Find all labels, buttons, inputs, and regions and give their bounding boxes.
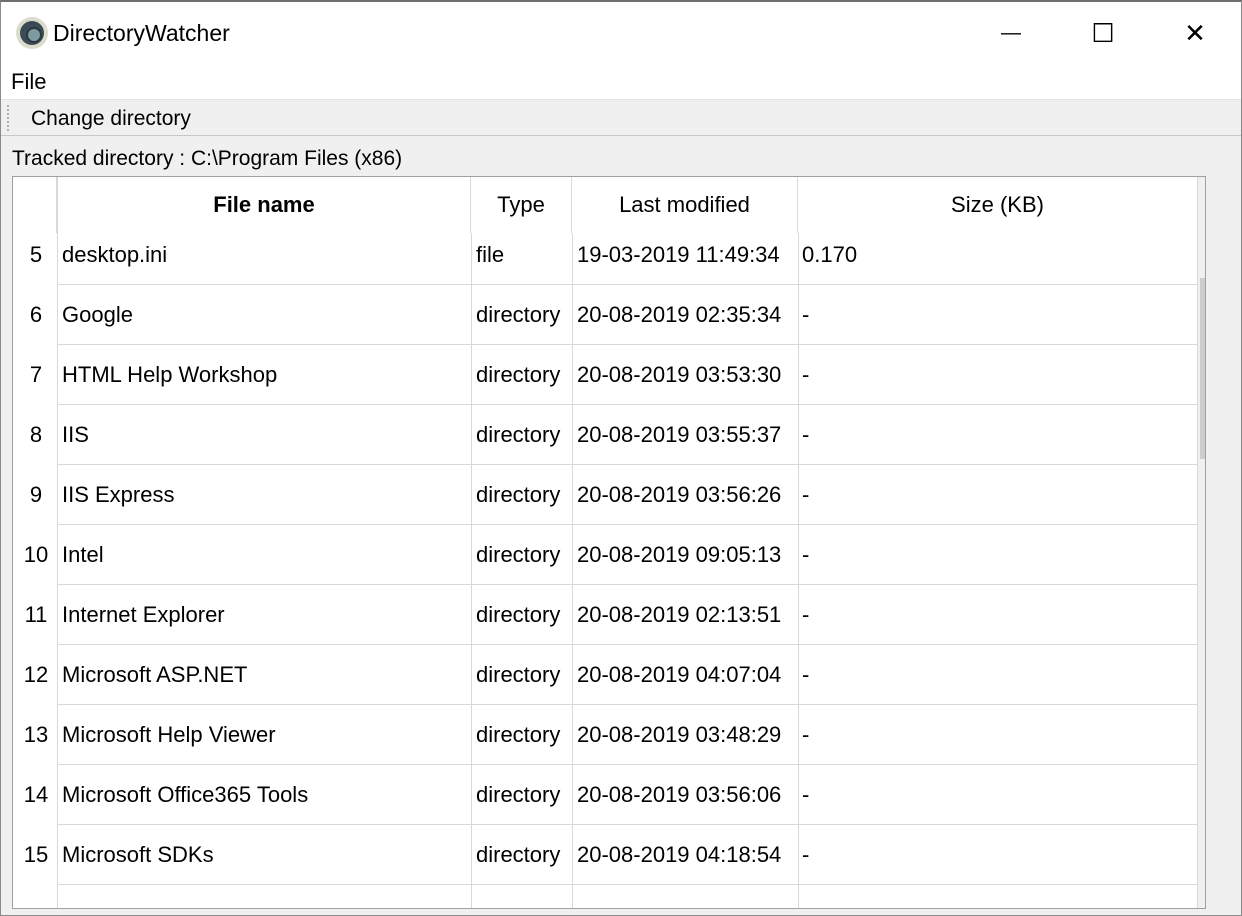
table-row[interactable]: 8 IIS directory 20-08-2019 03:55:37- [13,405,1198,465]
tracked-directory-label: Tracked directory : C:\Program Files (x8… [12,147,403,170]
corner-header [13,177,57,233]
minimize-button[interactable]: — [965,2,1057,64]
cell-last-modified[interactable]: 20-08-2019 03:56:26 [572,465,798,525]
file-table: File name Type Last modified Size (KB) 5… [12,176,1206,909]
cell-file-name[interactable]: IIS Express [57,465,471,525]
cell-type[interactable]: directory [471,705,572,765]
table-row[interactable]: 15 Microsoft SDKs directory 20-08-2019 04:1… [13,825,1198,885]
cell-type[interactable]: directory [471,285,572,345]
table-header: File name Type Last modified Size (KB) [13,177,1198,233]
window-title: DirectoryWatcher [53,20,230,46]
table-row[interactable]: 6 Google directory 20-08-2019 02:35:34- [13,285,1198,345]
empty-cell [572,885,798,908]
cell-last-modified[interactable]: 20-08-2019 03:56:06 [572,765,798,825]
toolbar-grip-handle[interactable] [7,105,9,131]
cell-last-modified[interactable]: 20-08-2019 03:55:37 [572,405,798,465]
table-row[interactable]: 5 desktop.ini file 19-03-2019 11:49:34 0.170 [13,233,1198,285]
cell-size[interactable]: - [798,405,1198,465]
empty-cell [471,885,572,908]
table-row[interactable]: 14 Microsoft Office365 Tools directory 20-0… [13,765,1198,825]
table-row[interactable]: 11 Internet Explorer directory 20-08-2019 0… [13,585,1198,645]
cell-size[interactable]: - [798,525,1198,585]
cell-type[interactable]: directory [471,825,572,885]
header-file-name[interactable]: File name [57,177,471,233]
table-row[interactable]: 13 Microsoft Help Viewer directory 20-08-20… [13,705,1198,765]
toolbar: Change directory [1,99,1241,136]
cell-last-modified[interactable]: 20-08-2019 03:48:29 [572,705,798,765]
cell-last-modified[interactable]: 20-08-2019 04:18:54 [572,825,798,885]
cell-size[interactable]: - [798,825,1198,885]
row-number[interactable]: 14 [13,765,57,825]
header-last-modified[interactable]: Last modified [572,177,798,233]
row-number[interactable]: 6 [13,285,57,345]
cell-last-modified[interactable]: 20-08-2019 09:05:13 [572,525,798,585]
cell-size[interactable]: - [798,645,1198,705]
cell-type[interactable]: directory [471,765,572,825]
cell-type[interactable]: file [471,233,572,285]
table-row[interactable]: 10 Intel directory 20-08-2019 09:05:13- [13,525,1198,585]
menu-file[interactable]: File [11,69,46,95]
empty-cell [57,885,471,908]
table-row[interactable]: 7 HTML Help Workshop directory 20-08-2019 0… [13,345,1198,405]
cell-size[interactable]: - [798,465,1198,525]
cell-type[interactable]: directory [471,585,572,645]
row-number[interactable]: 5 [13,233,57,285]
table-row[interactable]: 12 Microsoft ASP.NET directory 20-08-2019 0… [13,645,1198,705]
cell-size[interactable]: - [798,765,1198,825]
title-bar: DirectoryWatcher — ☐ ✕ [1,2,1241,64]
cell-type[interactable]: directory [471,645,572,705]
cell-size[interactable]: - [798,285,1198,345]
vertical-scrollbar[interactable]: ︿ ﹀ [1198,177,1205,908]
cell-last-modified[interactable]: 20-08-2019 04:07:04 [572,645,798,705]
cell-file-name[interactable]: Google [57,285,471,345]
menu-bar: File [1,64,1241,99]
cell-size[interactable]: - [798,345,1198,405]
scroll-down-arrow-icon[interactable]: ﹀ [1198,874,1205,904]
maximize-button[interactable]: ☐ [1057,2,1149,64]
header-size[interactable]: Size (KB) [798,177,1198,233]
table-body: 5 desktop.ini file 19-03-2019 11:49:34 0.170… [13,233,1198,908]
table-row-partial[interactable] [13,885,1198,908]
cell-type[interactable]: directory [471,345,572,405]
row-number[interactable]: 11 [13,585,57,645]
cell-file-name[interactable]: IIS [57,405,471,465]
cell-file-name[interactable]: Intel [57,525,471,585]
cell-file-name[interactable]: Microsoft Help Viewer [57,705,471,765]
table-row[interactable]: 9 IIS Express directory 20-08-2019 03:56:26… [13,465,1198,525]
scroll-up-arrow-icon[interactable]: ︿ [1198,181,1205,211]
row-number[interactable]: 8 [13,405,57,465]
row-number[interactable]: 13 [13,705,57,765]
scrollbar-thumb[interactable] [1200,278,1205,459]
cell-file-name[interactable]: Microsoft SDKs [57,825,471,885]
cell-size[interactable]: 0.170 [798,233,1198,285]
cell-file-name[interactable]: Internet Explorer [57,585,471,645]
cell-last-modified[interactable]: 20-08-2019 02:35:34 [572,285,798,345]
cell-type[interactable]: directory [471,465,572,525]
row-number[interactable]: 12 [13,645,57,705]
row-number[interactable]: 10 [13,525,57,585]
cell-file-name[interactable]: Microsoft ASP.NET [57,645,471,705]
empty-cell [798,885,1198,908]
app-window: DirectoryWatcher — ☐ ✕ File Change direc… [0,0,1242,916]
cell-file-name[interactable]: Microsoft Office365 Tools [57,765,471,825]
cell-type[interactable]: directory [471,525,572,585]
app-eye-icon [16,17,48,49]
cell-size[interactable]: - [798,585,1198,645]
cell-file-name[interactable]: HTML Help Workshop [57,345,471,405]
cell-last-modified[interactable]: 20-08-2019 02:13:51 [572,585,798,645]
empty-cell [13,885,57,908]
row-number[interactable]: 9 [13,465,57,525]
header-type[interactable]: Type [471,177,572,233]
cell-file-name[interactable]: desktop.ini [57,233,471,285]
cell-type[interactable]: directory [471,405,572,465]
cell-last-modified[interactable]: 19-03-2019 11:49:34 [572,233,798,285]
cell-size[interactable]: - [798,705,1198,765]
close-button[interactable]: ✕ [1149,2,1241,64]
change-directory-button[interactable]: Change directory [31,107,191,131]
cell-last-modified[interactable]: 20-08-2019 03:53:30 [572,345,798,405]
row-number[interactable]: 15 [13,825,57,885]
row-number[interactable]: 7 [13,345,57,405]
